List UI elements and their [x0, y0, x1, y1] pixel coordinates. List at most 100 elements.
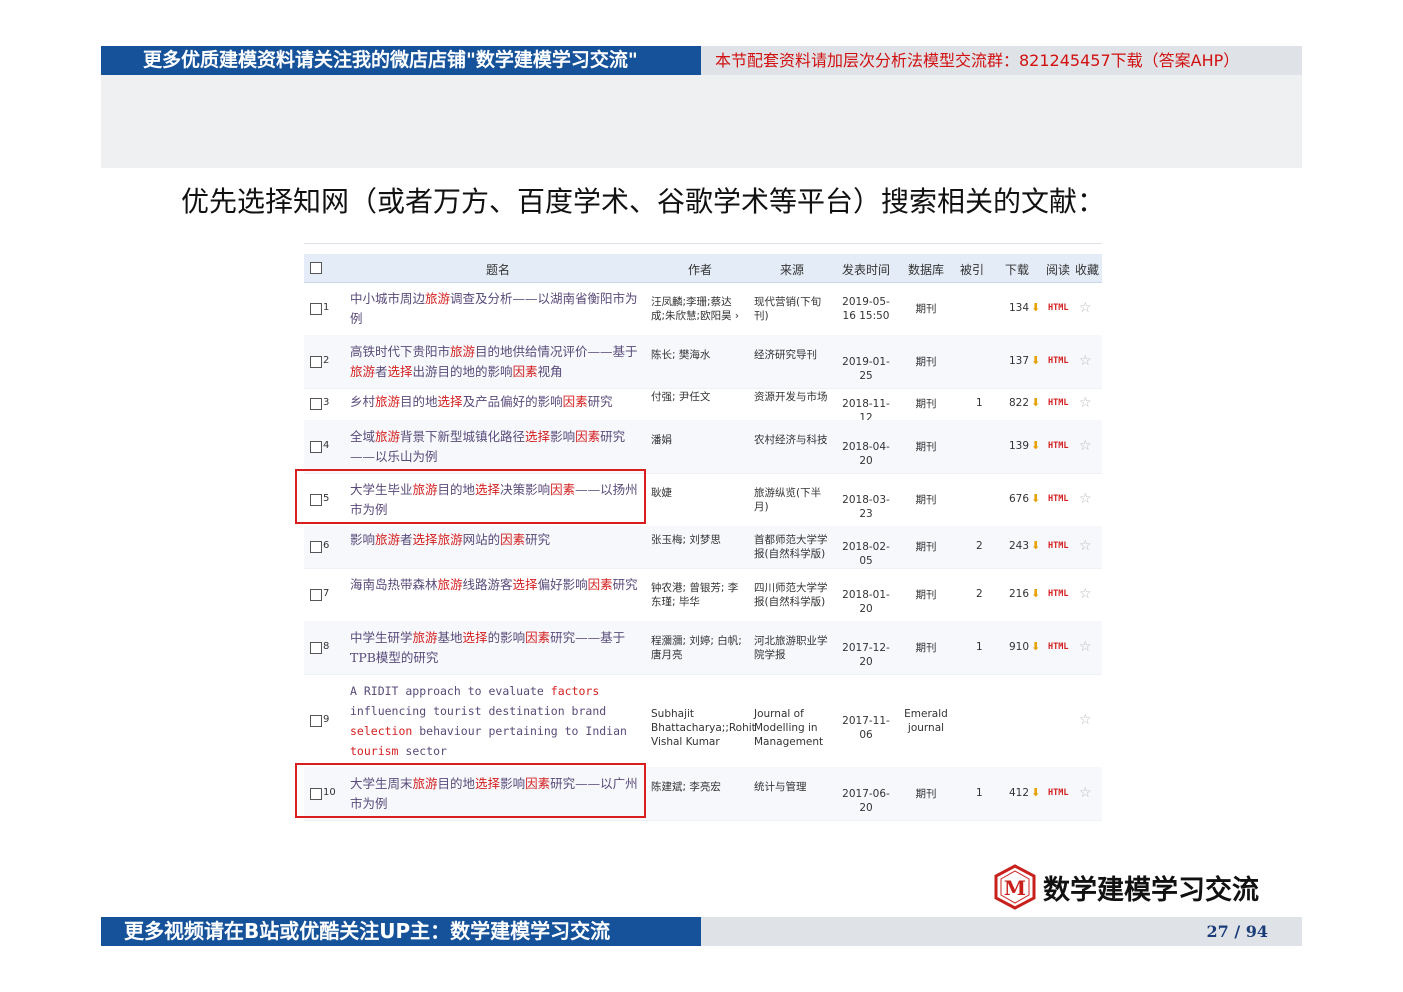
result-date: 2019-05-16 15:50 — [842, 295, 890, 322]
result-authors[interactable]: 汪凤麟;李珊;蔡达成;朱欣慧;欧阳昊 › — [651, 295, 743, 323]
result-authors[interactable]: 陈长; 樊海水 — [651, 348, 743, 362]
row-checkbox[interactable] — [310, 641, 322, 654]
row-checkbox[interactable] — [310, 714, 322, 727]
result-title-link[interactable]: 影响旅游者选择旅游网站的因素研究 — [350, 530, 642, 550]
result-source[interactable]: 河北旅游职业学院学报 — [754, 634, 832, 662]
row-number: 6 — [323, 540, 330, 551]
favorite-star-icon[interactable]: ☆ — [1079, 353, 1092, 369]
result-download-count[interactable]: 412 ⬇ — [1009, 786, 1040, 799]
result-download-count[interactable]: 139 ⬇ — [1009, 439, 1040, 452]
row-number: 4 — [323, 439, 330, 451]
result-download-count[interactable]: 910 ⬇ — [1009, 640, 1040, 653]
result-download-count[interactable]: 216 ⬇ — [1009, 587, 1040, 600]
read-html-link[interactable]: HTML — [1048, 441, 1068, 451]
result-download-count[interactable]: 137 ⬇ — [1009, 354, 1040, 367]
result-cited-count[interactable]: 2 — [976, 540, 983, 552]
col-title[interactable]: 题名 — [486, 261, 510, 278]
favorite-star-icon[interactable]: ☆ — [1079, 395, 1092, 411]
result-title-link[interactable]: 全域旅游背景下新型城镇化路径选择影响因素研究——以乐山为例 — [350, 427, 642, 467]
col-authors[interactable]: 作者 — [688, 261, 712, 278]
result-source[interactable]: 农村经济与科技 — [754, 433, 832, 447]
download-icon[interactable]: ⬇ — [1031, 587, 1040, 600]
result-authors[interactable]: 潘娟 — [651, 433, 743, 447]
result-title-link[interactable]: 海南岛热带森林旅游线路游客选择偏好影响因素研究 — [350, 575, 642, 595]
result-download-count[interactable]: 822 ⬇ — [1009, 396, 1040, 409]
favorite-star-icon[interactable]: ☆ — [1079, 639, 1092, 655]
table-row: 2 高铁时代下贵阳市旅游目的地供给情况评价——基于旅游者选择出游目的地的影响因素视… — [304, 335, 1102, 389]
row-checkbox[interactable] — [310, 588, 322, 601]
highlight-box-row-5 — [295, 469, 646, 524]
result-source[interactable]: 首都师范大学学报(自然科学版) — [754, 533, 832, 561]
read-html-link[interactable]: HTML — [1048, 494, 1068, 504]
result-database: 期刊 — [915, 541, 937, 553]
download-icon[interactable]: ⬇ — [1031, 301, 1040, 314]
result-title-link[interactable]: 乡村旅游目的地选择及产品偏好的影响因素研究 — [350, 392, 642, 412]
favorite-star-icon[interactable]: ☆ — [1079, 491, 1092, 507]
result-cited-count[interactable]: 1 — [976, 787, 983, 799]
result-source[interactable]: 四川师范大学学报(自然科学版) — [754, 581, 832, 609]
download-icon[interactable]: ⬇ — [1031, 539, 1040, 552]
favorite-star-icon[interactable]: ☆ — [1079, 438, 1092, 454]
read-html-link[interactable]: HTML — [1048, 589, 1068, 599]
col-cited[interactable]: 被引 — [960, 261, 984, 278]
result-title-link[interactable]: 中小城市周边旅游调查及分析——以湖南省衡阳市为例 — [350, 289, 642, 329]
download-icon[interactable]: ⬇ — [1031, 786, 1040, 799]
result-source[interactable]: 旅游纵览(下半月) — [754, 486, 832, 514]
result-source[interactable]: 资源开发与市场 — [754, 390, 832, 404]
row-checkbox[interactable] — [310, 355, 322, 368]
result-authors[interactable]: 耿婕 — [651, 486, 743, 500]
result-title-link[interactable]: A RIDIT approach to evaluate factors inf… — [350, 681, 630, 761]
table-row: 9 A RIDIT approach to evaluate factors in… — [304, 674, 1102, 768]
result-authors[interactable]: Subhajit Bhattacharya;;Rohit Vishal Kuma… — [651, 707, 756, 749]
download-count-text: 676 — [1009, 492, 1030, 505]
favorite-star-icon[interactable]: ☆ — [1079, 300, 1092, 316]
download-icon[interactable]: ⬇ — [1031, 640, 1040, 653]
result-title-link[interactable]: 中学生研学旅游基地选择的影响因素研究——基于TPB模型的研究 — [350, 628, 642, 668]
col-downloads[interactable]: 下载 — [1005, 261, 1029, 278]
result-source[interactable]: 现代营销(下旬刊) — [754, 295, 832, 323]
highlight-box-row-10 — [295, 763, 646, 818]
row-checkbox[interactable] — [310, 398, 322, 410]
result-cited-count[interactable]: 2 — [976, 588, 983, 600]
result-source[interactable]: 统计与管理 — [754, 780, 832, 794]
row-checkbox[interactable] — [310, 440, 322, 453]
result-authors[interactable]: 陈建斌; 李亮宏 — [651, 780, 743, 794]
read-html-link[interactable]: HTML — [1048, 356, 1068, 366]
result-authors[interactable]: 钟农港; 曾银芳; 李东瑾; 毕华 — [651, 581, 743, 609]
result-source[interactable]: Journal of Modelling in Management — [754, 707, 832, 749]
table-row: 1 中小城市周边旅游调查及分析——以湖南省衡阳市为例 汪凤麟;李珊;蔡达成;朱欣慧;… — [304, 282, 1102, 336]
read-html-link[interactable]: HTML — [1048, 788, 1068, 798]
result-cited-count[interactable]: 1 — [976, 397, 983, 409]
logo-badge-icon: M — [994, 864, 1036, 910]
row-number: 3 — [323, 397, 330, 408]
download-icon[interactable]: ⬇ — [1031, 354, 1040, 367]
read-html-link[interactable]: HTML — [1048, 541, 1068, 551]
download-icon[interactable]: ⬇ — [1031, 492, 1040, 505]
result-database: 期刊 — [915, 302, 937, 315]
result-download-count[interactable]: 243 ⬇ — [1009, 539, 1040, 552]
result-download-count[interactable]: 134 ⬇ — [1009, 301, 1040, 314]
result-authors[interactable]: 付强; 尹任文 — [651, 390, 743, 404]
favorite-star-icon[interactable]: ☆ — [1079, 586, 1092, 602]
favorite-star-icon[interactable]: ☆ — [1079, 538, 1092, 554]
download-icon[interactable]: ⬇ — [1031, 396, 1040, 409]
result-date: 2018-03-23 — [842, 493, 890, 520]
download-icon[interactable]: ⬇ — [1031, 439, 1040, 452]
col-database[interactable]: 数据库 — [908, 261, 944, 278]
result-authors[interactable]: 张玉梅; 刘梦思 — [651, 533, 743, 547]
col-date[interactable]: 发表时间 — [842, 261, 890, 278]
read-html-link[interactable]: HTML — [1048, 303, 1068, 313]
select-all-checkbox[interactable] — [310, 262, 322, 274]
read-html-link[interactable]: HTML — [1048, 398, 1068, 408]
col-source[interactable]: 来源 — [780, 261, 804, 278]
favorite-star-icon[interactable]: ☆ — [1079, 785, 1092, 801]
row-checkbox[interactable] — [310, 302, 322, 315]
result-source[interactable]: 经济研究导刊 — [754, 348, 832, 362]
result-cited-count[interactable]: 1 — [976, 641, 983, 653]
result-download-count[interactable]: 676 ⬇ — [1009, 492, 1040, 505]
row-checkbox[interactable] — [310, 541, 322, 553]
result-authors[interactable]: 程瀰瀰; 刘婷; 白帆; 唐月亮 — [651, 634, 743, 662]
favorite-star-icon[interactable]: ☆ — [1079, 712, 1092, 728]
result-title-link[interactable]: 高铁时代下贵阳市旅游目的地供给情况评价——基于旅游者选择出游目的地的影响因素视角 — [350, 342, 642, 382]
read-html-link[interactable]: HTML — [1048, 642, 1068, 652]
